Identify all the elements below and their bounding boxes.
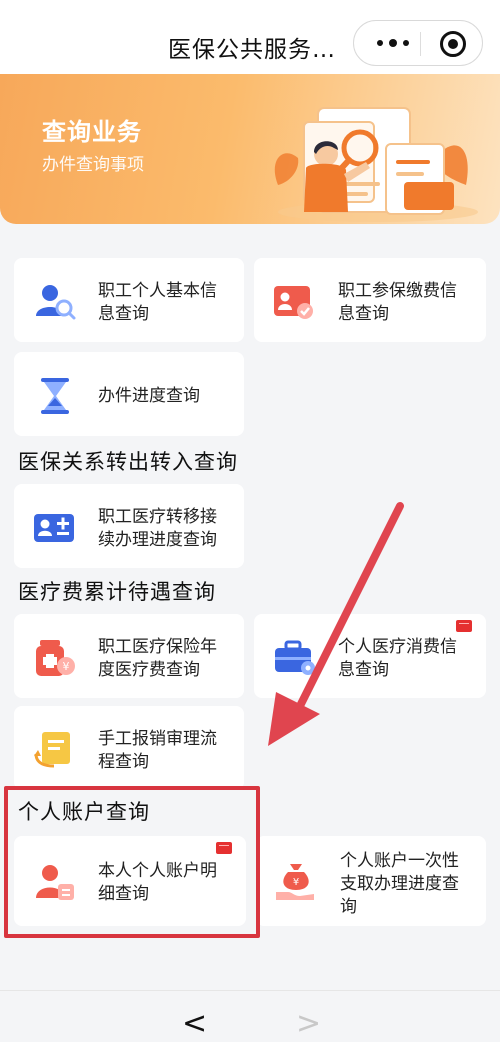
card-reimbursement[interactable]: 手工报销审理流程查询 <box>14 706 244 790</box>
banner-title: 查询业务 <box>42 118 142 146</box>
card-basic-info[interactable]: 职工个人基本信息查询 <box>14 258 244 342</box>
card-progress-label: 办件进度查询 <box>98 386 200 406</box>
hot-badge <box>456 620 472 632</box>
section-title-account: 个人账户查询 <box>18 800 150 824</box>
more-dot-icon <box>403 40 409 46</box>
card-reimbursement-label: 手工报销审理流程查询 <box>98 729 217 772</box>
medicine-bottle-icon: ¥ <box>36 640 75 676</box>
back-button[interactable]: < <box>182 1009 207 1039</box>
card-annual-medical-label: 职工医疗保险年度医疗费查询 <box>98 637 217 680</box>
card-one-time-withdraw-label: 个人账户一次性支取办理进度查询 <box>340 851 459 917</box>
svg-text:¥: ¥ <box>293 877 299 888</box>
capsule-divider <box>420 32 421 56</box>
person-account-icon <box>36 865 74 900</box>
banner-illustration <box>274 107 478 222</box>
card-progress[interactable]: 办件进度查询 <box>14 352 244 436</box>
card-basic-info-label: 职工个人基本信息查询 <box>98 281 217 324</box>
more-dot-icon <box>389 39 397 47</box>
hot-badge <box>216 842 232 854</box>
query-banner: 查询业务 办件查询事项 <box>0 74 500 224</box>
banner-subtitle: 办件查询事项 <box>42 155 144 175</box>
mini-program-capsule <box>353 20 483 66</box>
person-transfer-icon <box>34 514 74 542</box>
hourglass-icon <box>41 378 69 414</box>
person-search-icon <box>36 285 76 320</box>
card-one-time-withdraw[interactable]: ¥ 个人账户一次性支取办理进度查询 <box>256 836 486 926</box>
section-title-transfer: 医保关系转出转入查询 <box>18 450 238 474</box>
card-insurance-payment-label: 职工参保缴费信息查询 <box>338 281 457 324</box>
card-transfer-progress-label: 职工医疗转移接续办理进度查询 <box>98 507 217 550</box>
pointer-arrow-icon <box>268 502 404 746</box>
forward-button[interactable]: > <box>296 1009 321 1039</box>
card-insurance-payment[interactable]: 职工参保缴费信息查询 <box>254 258 486 342</box>
card-account-detail-label: 本人个人账户明细查询 <box>98 861 217 904</box>
document-flow-icon <box>34 732 70 768</box>
page-title: 医保公共服务… <box>168 37 336 63</box>
card-transfer-progress[interactable]: 职工医疗转移接续办理进度查询 <box>14 484 244 568</box>
card-annual-medical[interactable]: ¥ 职工医疗保险年度医疗费查询 <box>14 614 244 698</box>
more-menu-button[interactable] <box>368 32 418 54</box>
more-dot-icon <box>377 40 383 46</box>
bottom-navigation: < > <box>0 990 500 1042</box>
svg-text:¥: ¥ <box>63 660 70 673</box>
close-mini-program-icon[interactable] <box>440 31 466 57</box>
section-title-cost: 医疗费累计待遇查询 <box>18 580 216 604</box>
id-card-check-icon <box>274 286 313 319</box>
money-bag-hand-icon: ¥ <box>276 864 314 900</box>
card-account-detail[interactable]: 本人个人账户明细查询 <box>14 836 246 926</box>
